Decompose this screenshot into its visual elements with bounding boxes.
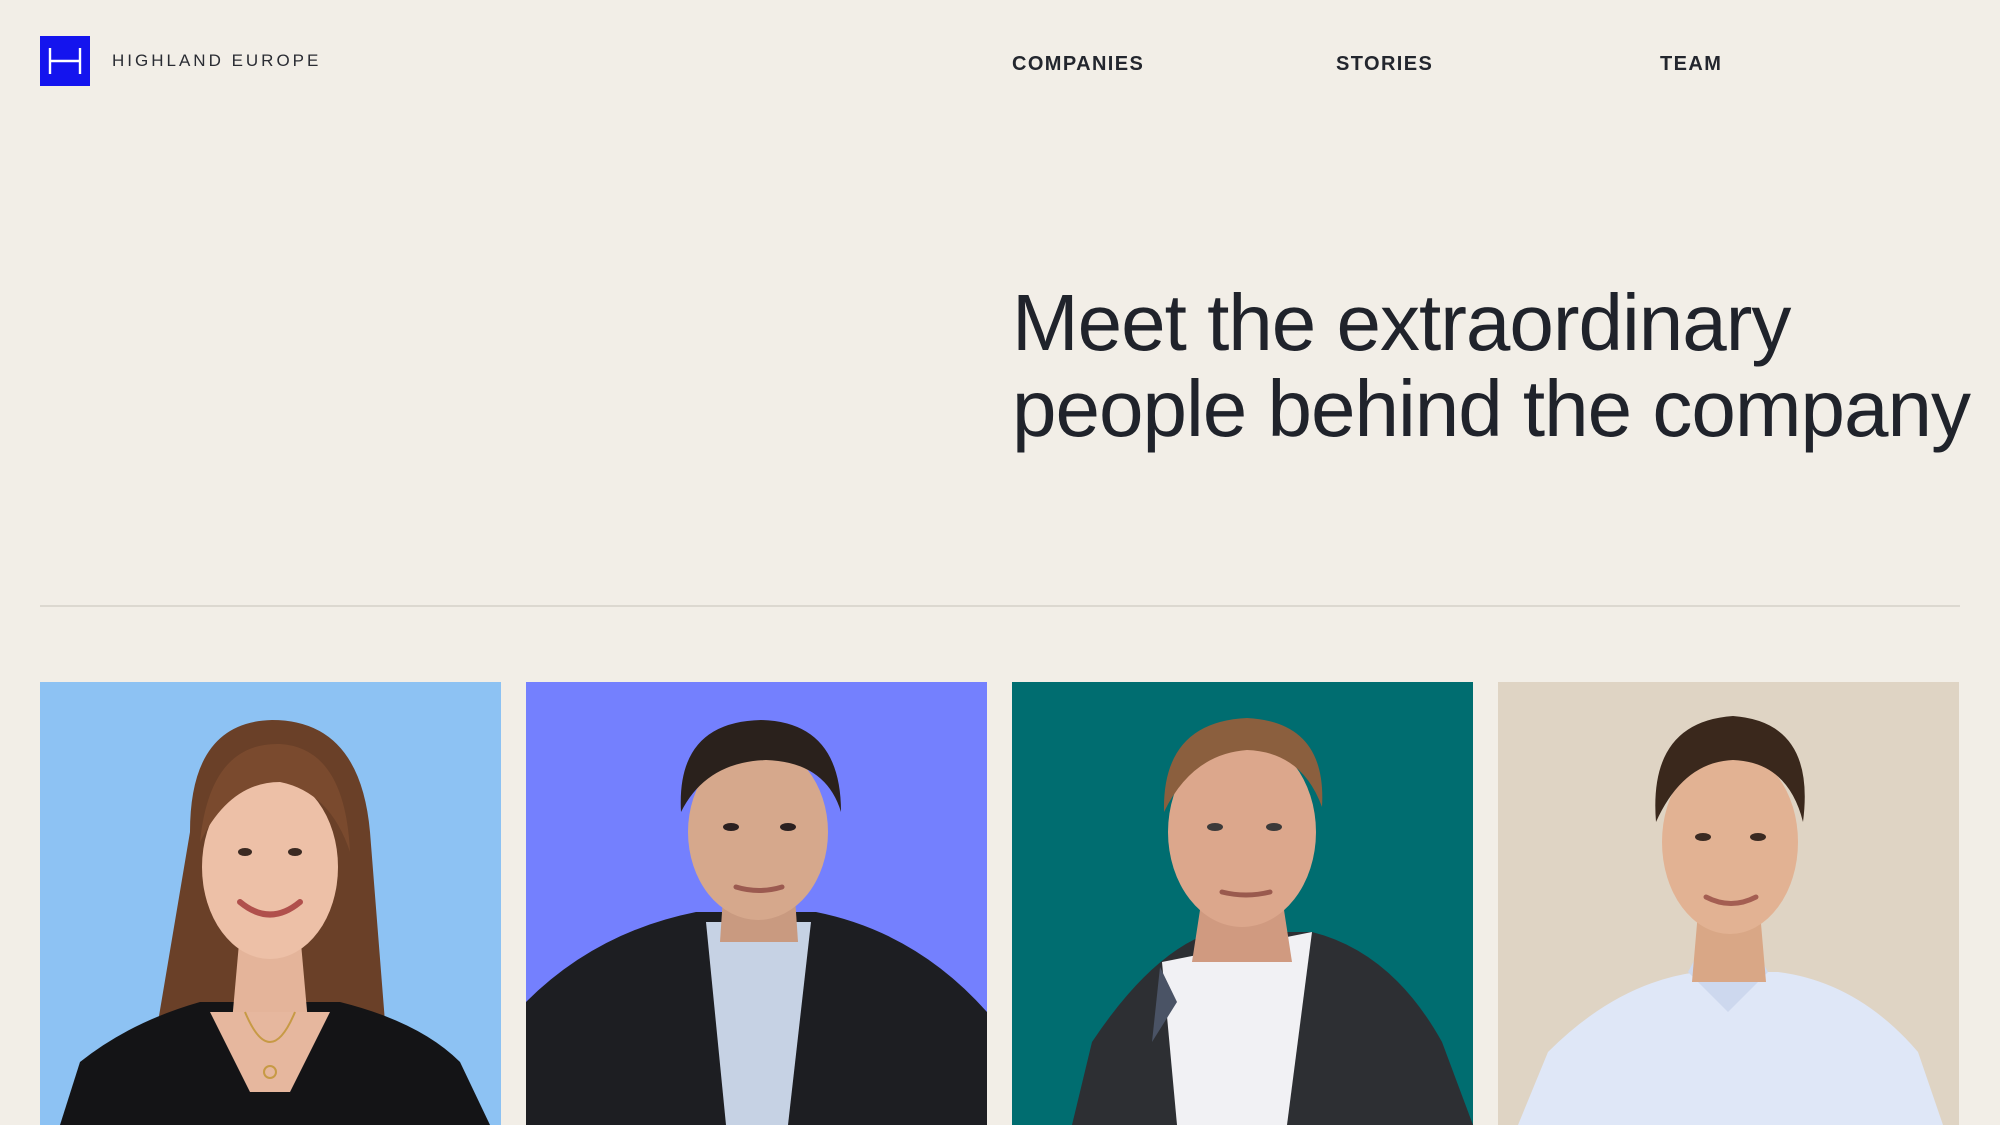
team-member-card-2[interactable] [526,682,987,1125]
hero-heading: Meet the extraordinary people behind the… [1012,278,1971,453]
portrait-woman-long-hair-icon [40,682,501,1125]
home-logo-link[interactable]: HIGHLAND EUROPE [40,36,321,86]
team-member-card-3[interactable] [1012,682,1473,1125]
nav-stories[interactable]: STORIES [1336,52,1433,76]
portrait-man-light-shirt-icon [1498,682,1959,1125]
section-divider [40,605,1960,607]
logo-wordmark: HIGHLAND EUROPE [112,51,322,70]
nav-team[interactable]: TEAM [1660,52,1722,76]
page: HIGHLAND EUROPE COMPANIES STORIES TEAM M… [0,0,2000,1125]
portrait-man-grey-suit-icon [1012,682,1473,1125]
highland-logo-icon [40,36,90,86]
nav-companies[interactable]: COMPANIES [1012,52,1144,76]
team-member-card-1[interactable] [40,682,501,1125]
team-member-card-4[interactable] [1498,682,1959,1125]
portrait-man-dark-curly-hair-icon [526,682,987,1125]
